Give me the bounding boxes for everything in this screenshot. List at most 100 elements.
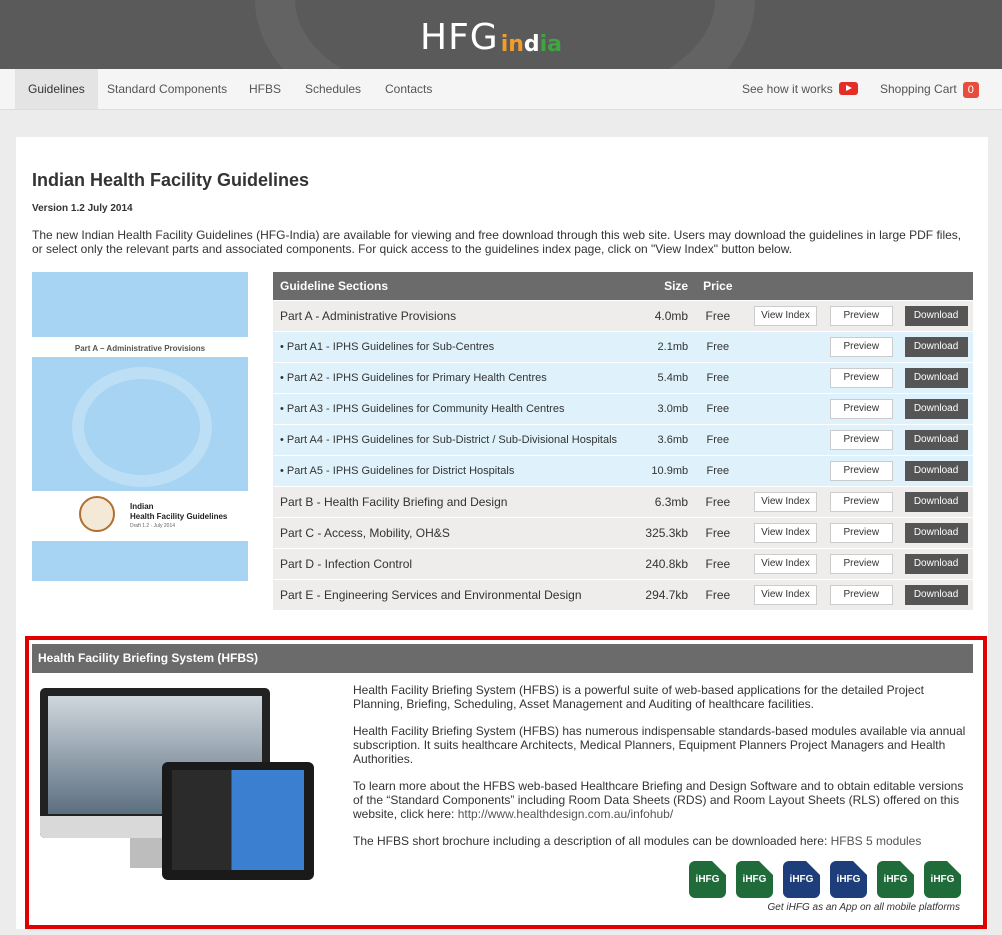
download-button[interactable]: Download: [904, 305, 968, 326]
download-button[interactable]: Download: [904, 429, 968, 450]
nav-contacts[interactable]: Contacts: [385, 69, 432, 109]
section-size: 3.6mb: [625, 423, 689, 455]
section-size: 6.3mb: [625, 485, 689, 517]
preview-cell: Preview: [823, 392, 900, 424]
preview-button[interactable]: Preview: [829, 336, 893, 357]
nav-guidelines[interactable]: Guidelines: [15, 69, 98, 109]
header-section: Guideline Sections: [273, 272, 626, 300]
preview-cell: Preview: [823, 361, 900, 393]
preview-button[interactable]: Preview: [829, 584, 893, 605]
preview-button[interactable]: Preview: [829, 491, 893, 512]
view-index-button[interactable]: View Index: [753, 584, 817, 605]
hfbs-heading: Health Facility Briefing System (HFBS): [32, 644, 973, 673]
section-size: 2.1mb: [625, 330, 689, 362]
main-nav: Guidelines Standard Components HFBS Sche…: [0, 69, 1002, 110]
header-empty: [823, 272, 900, 300]
view-index-cell: View Index: [747, 485, 824, 517]
view-index-button[interactable]: View Index: [753, 553, 817, 574]
site-logo[interactable]: HFG india: [420, 18, 562, 58]
download-cell: Download: [899, 392, 973, 424]
ihfg-app-icons: iHFG Lite iHFG Pro iHFG Lite iHFG Pro iHFG Lite iH…: [689, 861, 961, 898]
download-button[interactable]: Download: [904, 491, 968, 512]
ihfg-app-icon[interactable]: iHFG Lite: [877, 861, 914, 898]
intro-paragraph: The new Indian Health Facility Guideline…: [32, 228, 962, 256]
header-price: Price: [688, 272, 748, 300]
section-price: Free: [688, 423, 748, 455]
cart-label: Shopping Cart: [880, 82, 957, 96]
hfbs-paragraph-2: Health Facility Briefing System (HFBS) h…: [353, 724, 966, 766]
download-cell: Download: [899, 299, 973, 331]
download-button[interactable]: Download: [904, 584, 968, 605]
download-cell: Download: [899, 454, 973, 486]
logo-india-text: india: [500, 32, 563, 57]
section-price: Free: [688, 547, 748, 579]
section-size: 5.4mb: [625, 361, 689, 393]
ihfg-app-icon[interactable]: iHFG Pro: [830, 861, 867, 898]
section-size: 240.8kb: [625, 547, 689, 579]
see-how-it-works-link[interactable]: See how it works: [742, 69, 858, 109]
download-cell: Download: [899, 516, 973, 548]
download-cell: Download: [899, 423, 973, 455]
app-label: iHFG: [695, 874, 720, 885]
preview-button[interactable]: Preview: [829, 367, 893, 388]
ihfg-app-icon[interactable]: iHFG Lite: [689, 861, 726, 898]
tablet-graphic: [162, 762, 314, 880]
download-button[interactable]: Download: [904, 522, 968, 543]
section-price: Free: [688, 299, 748, 331]
section-name: Part B - Health Facility Briefing and De…: [273, 485, 626, 517]
download-button[interactable]: Download: [904, 367, 968, 388]
section-size: 3.0mb: [625, 392, 689, 424]
preview-cell: Preview: [823, 547, 900, 579]
preview-button[interactable]: Preview: [829, 460, 893, 481]
cover-emblem: [79, 496, 115, 532]
preview-cell: Preview: [823, 330, 900, 362]
hfbs-paragraph-1: Health Facility Briefing System (HFBS) i…: [353, 683, 924, 711]
nav-schedules[interactable]: Schedules: [305, 69, 361, 109]
app-label: iHFG: [883, 874, 908, 885]
download-cell: Download: [899, 485, 973, 517]
download-button[interactable]: Download: [904, 553, 968, 574]
preview-button[interactable]: Preview: [829, 522, 893, 543]
shopping-cart-link[interactable]: Shopping Cart 0: [880, 69, 979, 109]
app-tag: Pro: [853, 861, 867, 875]
view-index-button[interactable]: View Index: [753, 522, 817, 543]
download-button[interactable]: Download: [904, 398, 968, 419]
view-index-button[interactable]: View Index: [753, 305, 817, 326]
section-size: 4.0mb: [625, 299, 689, 331]
hfbs-paragraph-3: To learn more about the HFBS web-based H…: [353, 779, 964, 821]
preview-cell: Preview: [823, 578, 900, 610]
preview-button[interactable]: Preview: [829, 429, 893, 450]
section-name: • Part A3 - IPHS Guidelines for Communit…: [273, 392, 626, 424]
preview-button[interactable]: Preview: [829, 305, 893, 326]
logo-hfg-text: HFG: [420, 17, 499, 58]
download-button[interactable]: Download: [904, 460, 968, 481]
see-how-label: See how it works: [742, 82, 833, 96]
view-index-cell: View Index: [747, 299, 824, 331]
download-cell: Download: [899, 330, 973, 362]
header-empty: [747, 272, 824, 300]
nav-hfbs[interactable]: HFBS: [249, 69, 281, 109]
table-row: Part C - Access, Mobility, OH&S 325.3kb Fr…: [273, 516, 973, 548]
download-cell: Download: [899, 578, 973, 610]
app-tag: Lite: [900, 861, 914, 875]
app-label: iHFG: [836, 874, 861, 885]
ihfg-app-icon[interactable]: iHFG Pro: [924, 861, 961, 898]
section-price: Free: [688, 578, 748, 610]
ihfg-app-icon[interactable]: iHFG Lite: [783, 861, 820, 898]
youtube-icon: [838, 82, 858, 96]
section-name: • Part A1 - IPHS Guidelines for Sub-Cent…: [273, 330, 626, 362]
version-label: Version 1.2 July 2014: [32, 203, 133, 214]
app-note: Get iHFG as an App on all mobile platfor…: [767, 902, 961, 913]
header-empty: [899, 272, 973, 300]
preview-button[interactable]: Preview: [829, 553, 893, 574]
healthdesign-link[interactable]: http://www.healthdesign.com.au/infohub/: [458, 807, 673, 821]
section-name: Part D - Infection Control: [273, 547, 626, 579]
nav-standard-components[interactable]: Standard Components: [107, 69, 227, 109]
ihfg-app-icon[interactable]: iHFG Pro: [736, 861, 773, 898]
preview-cell: Preview: [823, 423, 900, 455]
cover-part-label: Part A – Administrative Provisions: [74, 344, 206, 353]
hfbs-modules-link[interactable]: HFBS 5 modules: [831, 834, 922, 848]
view-index-button[interactable]: View Index: [753, 491, 817, 512]
download-button[interactable]: Download: [904, 336, 968, 357]
preview-button[interactable]: Preview: [829, 398, 893, 419]
